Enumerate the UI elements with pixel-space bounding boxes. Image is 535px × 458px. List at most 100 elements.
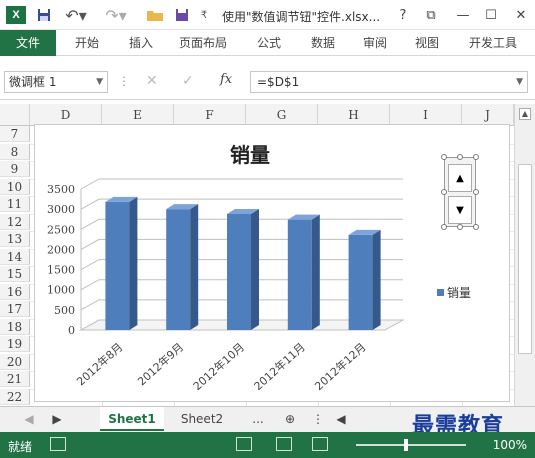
save-icon[interactable] bbox=[36, 6, 52, 24]
row-header[interactable]: 15 bbox=[0, 266, 30, 282]
tab-file[interactable]: 文件 bbox=[0, 30, 56, 56]
undo-icon[interactable]: ↶▾ bbox=[64, 6, 88, 25]
bar bbox=[287, 219, 312, 330]
more-sheets-button[interactable]: ... bbox=[240, 407, 276, 431]
column-header[interactable]: F bbox=[174, 104, 246, 126]
chevron-down-icon[interactable]: ▼ bbox=[96, 72, 103, 92]
spin-button-control[interactable]: ▲ ▼ bbox=[444, 157, 476, 227]
close-button[interactable]: ✕ bbox=[510, 6, 532, 24]
name-box[interactable]: 微调框 1 ▼ bbox=[4, 71, 108, 93]
y-tick-label: 3500 bbox=[47, 183, 75, 196]
bar-side bbox=[190, 204, 199, 330]
ribbon-display-button[interactable]: ⧉ bbox=[420, 6, 442, 24]
column-header[interactable]: J bbox=[462, 104, 514, 126]
expand-formula-icon[interactable]: ▼ bbox=[516, 72, 523, 92]
row-header[interactable]: 21 bbox=[0, 371, 30, 387]
name-box-value: 微调框 1 bbox=[9, 75, 57, 89]
row-header[interactable]: 20 bbox=[0, 353, 30, 370]
document-title: 使用"数值调节钮"控件.xlsx... bbox=[222, 10, 381, 24]
row-header[interactable]: 9 bbox=[0, 161, 30, 177]
row-header[interactable]: 7 bbox=[0, 126, 30, 142]
enter-icon[interactable]: ✓ bbox=[182, 73, 194, 89]
select-all-corner[interactable] bbox=[0, 104, 30, 126]
zoom-level[interactable]: 100% bbox=[493, 438, 527, 452]
hscroll-left-icon[interactable]: ◀ bbox=[334, 407, 348, 431]
tab-home[interactable]: 开始 bbox=[62, 30, 112, 56]
column-header[interactable]: D bbox=[30, 104, 102, 126]
open-folder-icon[interactable] bbox=[146, 6, 164, 24]
row-header[interactable]: 17 bbox=[0, 301, 30, 317]
row-header[interactable]: 8 bbox=[0, 143, 30, 160]
formula-value: =$D$1 bbox=[257, 75, 300, 89]
chart-title: 销量 bbox=[230, 143, 270, 167]
prev-sheet-icon[interactable]: ◀ bbox=[20, 407, 38, 431]
redo-icon[interactable]: ↷▾ bbox=[104, 6, 128, 25]
column-header[interactable]: E bbox=[102, 104, 174, 126]
normal-view-icon[interactable] bbox=[236, 437, 252, 451]
resize-handle[interactable] bbox=[473, 154, 479, 160]
column-header[interactable]: G bbox=[246, 104, 318, 126]
resize-handle[interactable] bbox=[473, 224, 479, 230]
tab-data[interactable]: 数据 bbox=[298, 30, 348, 56]
minimize-button[interactable]: — bbox=[452, 6, 474, 24]
customize-toolbar-icon[interactable]: ₹ bbox=[198, 6, 210, 24]
sheet-tab-sheet1[interactable]: Sheet1 bbox=[100, 407, 164, 431]
tab-page-layout[interactable]: 页面布局 bbox=[170, 30, 236, 56]
page-break-view-icon[interactable] bbox=[312, 437, 328, 451]
resize-handle[interactable] bbox=[441, 154, 447, 160]
insert-function-button[interactable]: fx bbox=[220, 72, 232, 87]
row-header[interactable]: 16 bbox=[0, 283, 30, 300]
row-header[interactable]: 18 bbox=[0, 318, 30, 335]
resize-handle[interactable] bbox=[457, 154, 463, 160]
resize-handle[interactable] bbox=[457, 224, 463, 230]
y-tick-label: 500 bbox=[54, 304, 75, 317]
maximize-button[interactable]: ☐ bbox=[480, 6, 502, 24]
save-as-icon[interactable] bbox=[174, 6, 190, 24]
resize-handle[interactable] bbox=[473, 189, 479, 195]
row-header[interactable]: 14 bbox=[0, 248, 30, 265]
bar-side bbox=[372, 229, 381, 330]
row-header[interactable]: 13 bbox=[0, 231, 30, 247]
scroll-thumb[interactable] bbox=[518, 164, 532, 354]
bar bbox=[348, 234, 373, 330]
tab-splitter-icon[interactable]: ⋮ bbox=[312, 407, 324, 431]
resize-handle[interactable] bbox=[441, 189, 447, 195]
status-bar: 就绪 100% bbox=[0, 432, 535, 458]
spin-up-button[interactable]: ▲ bbox=[448, 164, 472, 192]
vertical-scrollbar[interactable]: ▲ bbox=[514, 104, 535, 406]
zoom-slider-handle[interactable] bbox=[404, 439, 408, 451]
zoom-slider[interactable] bbox=[356, 444, 466, 446]
bar-side bbox=[311, 214, 320, 330]
cancel-icon[interactable]: ✕ bbox=[146, 73, 158, 89]
chart-area[interactable]: 0 500 1000 1500 2000 2500 3000 3500 销量 2012年8月 201… bbox=[34, 124, 510, 402]
add-sheet-icon[interactable]: ⊕ bbox=[280, 407, 300, 431]
row-header[interactable]: 22 bbox=[0, 388, 30, 405]
tab-insert[interactable]: 插入 bbox=[116, 30, 166, 56]
spin-down-button[interactable]: ▼ bbox=[448, 196, 472, 224]
help-button[interactable]: ? bbox=[392, 6, 414, 24]
resize-handle[interactable] bbox=[441, 224, 447, 230]
macro-record-icon[interactable] bbox=[50, 437, 66, 451]
row-header[interactable]: 12 bbox=[0, 213, 30, 230]
formula-input[interactable]: =$D$1 ▼ bbox=[250, 71, 528, 93]
y-tick-label: 1000 bbox=[47, 284, 75, 297]
tab-view[interactable]: 视图 bbox=[402, 30, 452, 56]
x-tick-label: 2012年10月 bbox=[190, 340, 247, 393]
ribbon-tabs: 文件 开始 插入 页面布局 公式 数据 审阅 视图 开发工具 bbox=[0, 30, 535, 56]
y-tick-label: 2000 bbox=[47, 243, 75, 256]
column-header[interactable]: I bbox=[390, 104, 462, 126]
sheet-tab-sheet2[interactable]: Sheet2 bbox=[170, 407, 234, 431]
row-header[interactable]: 19 bbox=[0, 336, 30, 352]
bar bbox=[166, 209, 191, 330]
next-sheet-icon[interactable]: ▶ bbox=[48, 407, 66, 431]
tab-developer[interactable]: 开发工具 bbox=[458, 30, 528, 56]
column-header[interactable]: H bbox=[318, 104, 390, 126]
scroll-up-icon[interactable]: ▲ bbox=[519, 108, 531, 120]
page-layout-view-icon[interactable] bbox=[276, 437, 292, 451]
tab-formulas[interactable]: 公式 bbox=[244, 30, 294, 56]
tab-review[interactable]: 审阅 bbox=[350, 30, 400, 56]
row-header[interactable]: 10 bbox=[0, 178, 30, 195]
y-tick-label: 0 bbox=[68, 324, 75, 337]
bar-side bbox=[129, 196, 138, 330]
row-header[interactable]: 11 bbox=[0, 196, 30, 212]
